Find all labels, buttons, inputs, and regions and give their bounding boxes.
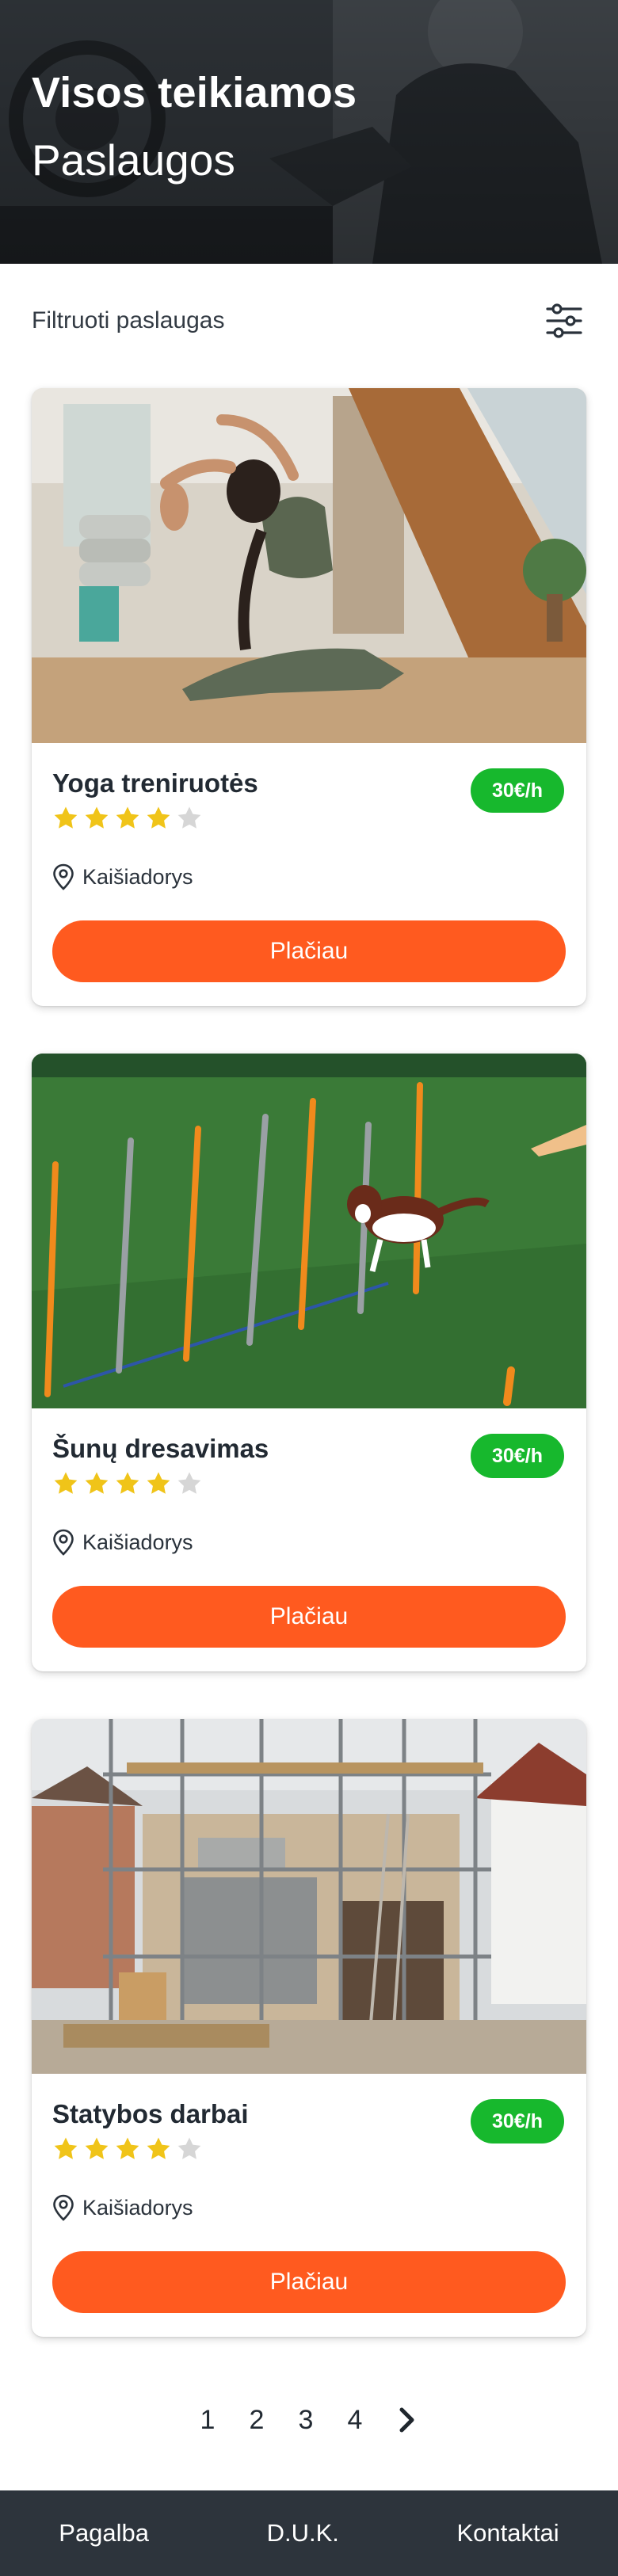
footer-link-contacts[interactable]: Kontaktai	[456, 2519, 559, 2547]
footer: Pagalba D.U.K. Kontaktai	[0, 2490, 618, 2576]
star-empty-icon	[177, 2137, 201, 2159]
star-filled-icon	[85, 2137, 109, 2159]
location-pin-icon	[53, 2194, 74, 2221]
chevron-right-icon[interactable]	[395, 2406, 419, 2433]
star-filled-icon	[116, 806, 139, 829]
footer-link-faq[interactable]: D.U.K.	[267, 2519, 339, 2547]
more-info-button[interactable]: Plačiau	[52, 1586, 566, 1648]
page-3-link[interactable]: 3	[297, 2405, 315, 2436]
star-filled-icon	[54, 1472, 78, 1494]
location-pin-icon	[53, 863, 74, 890]
hero-banner: Visos teikiamos Paslaugos	[0, 0, 618, 264]
service-title: Yoga treniruotės	[52, 768, 258, 798]
star-empty-icon	[177, 1472, 201, 1494]
star-empty-icon	[177, 806, 201, 829]
star-filled-icon	[147, 2137, 170, 2159]
star-rating	[52, 805, 203, 832]
more-info-button[interactable]: Plačiau	[52, 2251, 566, 2313]
star-filled-icon	[54, 2137, 78, 2159]
star-rating	[52, 1470, 203, 1497]
page-1-link[interactable]: 1	[199, 2405, 216, 2436]
star-rating	[52, 2136, 203, 2163]
filter-services-toggle[interactable]: Filtruoti paslaugas	[32, 293, 586, 349]
footer-link-help[interactable]: Pagalba	[59, 2519, 149, 2547]
location-text: Kaišiadorys	[82, 1530, 193, 1554]
star-filled-icon	[85, 806, 109, 829]
service-location: Kaišiadorys	[52, 2194, 193, 2221]
service-location: Kaišiadorys	[52, 1529, 193, 1556]
service-location: Kaišiadorys	[52, 863, 193, 890]
page-2-link[interactable]: 2	[248, 2405, 265, 2436]
location-text: Kaišiadorys	[82, 2195, 193, 2220]
sliders-icon[interactable]	[542, 299, 586, 343]
dog-agility-photo	[32, 1054, 586, 1408]
star-filled-icon	[147, 1472, 170, 1494]
page-subtitle: Paslaugos	[32, 135, 235, 185]
yoga-photo	[32, 388, 586, 743]
star-filled-icon	[116, 2137, 139, 2159]
price-badge: 30€/h	[471, 768, 564, 813]
pagination: 1 2 3 4	[0, 2392, 618, 2448]
service-title: Šunų dresavimas	[52, 1434, 269, 1463]
construction-photo	[32, 1719, 586, 2074]
star-filled-icon	[147, 806, 170, 829]
star-filled-icon	[85, 1472, 109, 1494]
service-title: Statybos darbai	[52, 2099, 249, 2128]
star-filled-icon	[54, 806, 78, 829]
service-card: Statybos darbai 30€/h Kaišiadorys Plačia…	[32, 1719, 586, 2337]
price-badge: 30€/h	[471, 1434, 564, 1478]
location-pin-icon	[53, 1529, 74, 1556]
page-4-link[interactable]: 4	[346, 2405, 364, 2436]
service-card: Yoga treniruotės 30€/h Kaišiadorys Plači…	[32, 388, 586, 1006]
filter-label: Filtruoti paslaugas	[32, 307, 225, 333]
more-info-button[interactable]: Plačiau	[52, 920, 566, 982]
service-card: Šunų dresavimas 30€/h Kaišiadorys Plačia…	[32, 1054, 586, 1671]
star-filled-icon	[116, 1472, 139, 1494]
page-title: Visos teikiamos	[32, 69, 357, 116]
location-text: Kaišiadorys	[82, 864, 193, 889]
price-badge: 30€/h	[471, 2099, 564, 2143]
